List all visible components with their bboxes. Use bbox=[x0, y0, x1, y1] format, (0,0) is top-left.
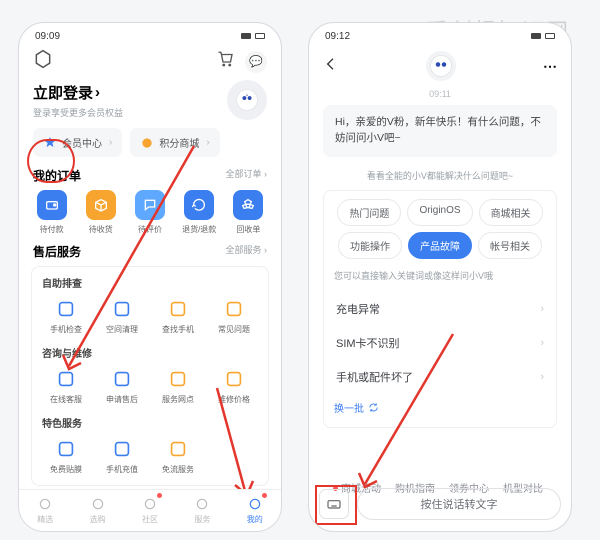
orders-more[interactable]: 全部订单 › bbox=[225, 167, 267, 184]
login-subtitle: 登录享受更多会员权益 bbox=[33, 106, 123, 119]
nav-item-0[interactable]: 精选 bbox=[19, 490, 71, 531]
phone-screen-right: 09:12 ⋯ 09:11 Hi，亲爱的V粉，新年快乐！有什么问题，不妨问问小V… bbox=[308, 22, 572, 532]
wifi-icon bbox=[531, 33, 541, 39]
nav-item-4[interactable]: 我的 bbox=[229, 490, 281, 531]
order-item-3[interactable]: 退货/退款 bbox=[175, 190, 224, 235]
topic-chip[interactable]: 热门问题 bbox=[337, 199, 401, 226]
selfcheck-item-0[interactable]: 手机检查 bbox=[38, 296, 94, 343]
special-item-1[interactable]: 手机充值 bbox=[94, 436, 150, 483]
order-item-0[interactable]: 待付款 bbox=[27, 190, 76, 235]
nav-item-2[interactable]: 社区 bbox=[124, 490, 176, 531]
wifi-icon bbox=[241, 33, 251, 39]
aftersale-card: 自助排查 手机检查空间清理查找手机常见问题 咨询与维修 在线客服申请售后服务网点… bbox=[31, 266, 269, 486]
special-item-2[interactable]: 免流服务 bbox=[150, 436, 206, 483]
topic-chip[interactable]: 产品故障 bbox=[408, 232, 472, 259]
orders-title: 我的订单 bbox=[33, 167, 81, 184]
points-mall-pill[interactable]: 积分商城› bbox=[130, 128, 219, 157]
status-bar: 09:09 bbox=[19, 23, 281, 45]
order-item-1[interactable]: 待收货 bbox=[76, 190, 125, 235]
nav-item-3[interactable]: 服务 bbox=[176, 490, 228, 531]
aftersale-title: 售后服务 bbox=[33, 243, 81, 260]
message-icon[interactable]: 💬 bbox=[245, 51, 267, 73]
topic-chip[interactable]: 功能操作 bbox=[338, 232, 402, 259]
bot-avatar bbox=[426, 51, 456, 81]
voice-input[interactable]: 按住说话转文字 bbox=[357, 488, 561, 520]
topic-chip[interactable]: OriginOS bbox=[407, 199, 472, 226]
selfcheck-item-3[interactable]: 常见问题 bbox=[206, 296, 262, 343]
top-bar: 💬 bbox=[19, 45, 281, 80]
nav-item-1[interactable]: 选购 bbox=[71, 490, 123, 531]
topic-chip[interactable]: 帐号相关 bbox=[478, 232, 542, 259]
back-button[interactable] bbox=[323, 56, 339, 77]
login-title[interactable]: 立即登录 › bbox=[33, 82, 123, 103]
question-row[interactable]: SIM卡不识别› bbox=[332, 326, 548, 360]
phone-screen-left: 09:09 💬 立即登录 › 登录享 bbox=[18, 22, 282, 532]
selfcheck-title: 自助排查 bbox=[38, 273, 262, 296]
selfcheck-item-1[interactable]: 空间清理 bbox=[94, 296, 150, 343]
question-row[interactable]: 充电异常› bbox=[332, 292, 548, 326]
cart-icon[interactable] bbox=[217, 50, 235, 73]
status-bar: 09:12 bbox=[309, 23, 571, 45]
prompt-title: 看看全能的小V都能解决什么问题吧~ bbox=[323, 169, 557, 182]
battery-icon bbox=[545, 33, 555, 39]
consult-item-0[interactable]: 在线客服 bbox=[38, 366, 94, 413]
more-icon[interactable]: ⋯ bbox=[543, 58, 557, 75]
consult-item-3[interactable]: 维修价格 bbox=[206, 366, 262, 413]
order-item-2[interactable]: 待评价 bbox=[125, 190, 174, 235]
keyboard-button[interactable] bbox=[319, 489, 349, 519]
topic-chip[interactable]: 商城相关 bbox=[479, 199, 543, 226]
special-title: 特色服务 bbox=[38, 413, 262, 436]
status-time: 09:12 bbox=[325, 31, 350, 42]
battery-icon bbox=[255, 33, 265, 39]
input-hint: 您可以直接输入关键词或像这样问小V哦 bbox=[334, 269, 546, 282]
special-item-0[interactable]: 免费贴膜 bbox=[38, 436, 94, 483]
settings-hex-icon[interactable] bbox=[33, 49, 53, 74]
consult-title: 咨询与维修 bbox=[38, 343, 262, 366]
chat-timestamp: 09:11 bbox=[323, 89, 557, 99]
order-item-4[interactable]: 回收单 bbox=[224, 190, 273, 235]
topic-card: 热门问题OriginOS 商城相关 功能操作产品故障帐号相关 您可以直接输入关键词… bbox=[323, 190, 557, 428]
consult-item-1[interactable]: 申请售后 bbox=[94, 366, 150, 413]
aftersale-more[interactable]: 全部服务 › bbox=[225, 243, 267, 260]
selfcheck-item-2[interactable]: 查找手机 bbox=[150, 296, 206, 343]
consult-item-2[interactable]: 服务网点 bbox=[150, 366, 206, 413]
member-center-pill[interactable]: 会员中心› bbox=[33, 128, 122, 157]
status-time: 09:09 bbox=[35, 31, 60, 42]
refresh-button[interactable]: 换一批 bbox=[332, 394, 548, 419]
greeting-bubble: Hi，亲爱的V粉，新年快乐！有什么问题，不妨问问小V吧~ bbox=[323, 105, 557, 157]
question-row[interactable]: 手机或配件坏了› bbox=[332, 360, 548, 394]
avatar[interactable] bbox=[227, 80, 267, 120]
